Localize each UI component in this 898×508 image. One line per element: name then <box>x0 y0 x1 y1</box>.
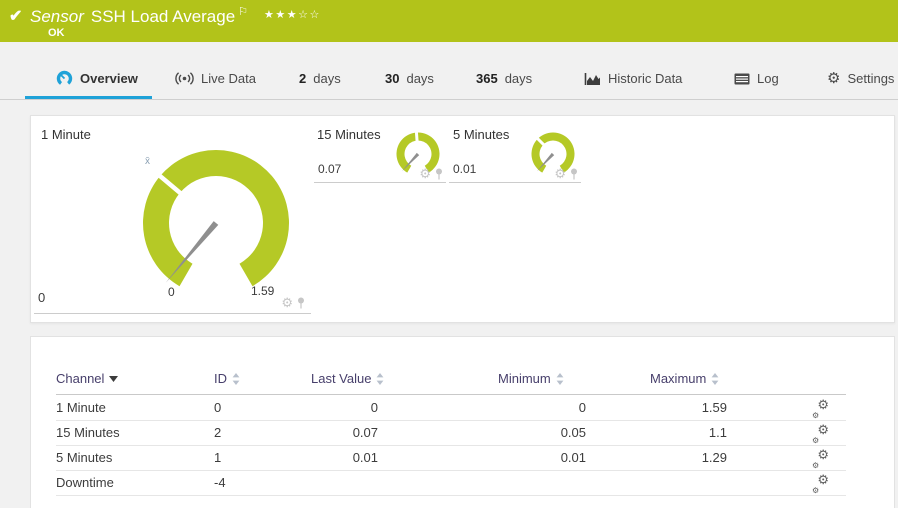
pin-icon[interactable] <box>570 168 578 180</box>
gauge-value-1-minute: 0 <box>38 290 46 305</box>
flag-icon[interactable]: ⚐ <box>238 6 248 18</box>
channel-maximum: 1.29 <box>701 450 727 465</box>
channel-maximum: 1.1 <box>708 425 727 440</box>
sensor-name: SSH Load Average <box>90 7 236 26</box>
sensor-title: Sensor SSH Load Average ⚐ ★★★☆☆ <box>30 5 321 27</box>
tab-log[interactable]: Log <box>734 58 779 99</box>
channel-last-value: 0.07 <box>352 425 378 440</box>
channel-name[interactable]: 5 Minutes <box>56 445 112 470</box>
sort-caret-down-icon <box>109 375 119 382</box>
tab-settings-label: Settings <box>847 71 895 86</box>
tab-log-label: Log <box>757 71 779 86</box>
gauge-value-15-minutes: 0.07 <box>318 162 342 176</box>
channel-id: -4 <box>214 475 226 490</box>
sort-arrows-icon <box>711 372 719 385</box>
tab-2-days[interactable]: 2 days <box>299 58 341 99</box>
gauge-1-minute <box>142 149 289 287</box>
pin-icon[interactable] <box>297 297 305 309</box>
channel-name[interactable]: 1 Minute <box>56 395 106 420</box>
table-header-row: Channel ID Last Value Minimum Maximum <box>56 371 846 395</box>
channels-table-panel: Channel ID Last Value Minimum Maximum 1 … <box>30 336 895 508</box>
gauge-panel-actions: ⚙ <box>419 167 443 180</box>
gauge-title-5-minutes: 5 Minutes <box>453 127 510 142</box>
ok-check-icon: ✔ <box>9 8 23 25</box>
tab-2-days-number: 2 <box>299 71 307 86</box>
tab-365-days-number: 365 <box>476 71 498 86</box>
table-row: 15 Minutes 2 0.07 0.05 1.1 ⚙ ⚙ <box>56 420 846 446</box>
status-badge: OK <box>48 27 65 39</box>
log-list-icon <box>734 73 750 85</box>
priority-stars[interactable]: ★★★☆☆ <box>264 9 321 21</box>
tab-live-data-label: Live Data <box>201 71 256 86</box>
column-header-minimum[interactable]: Minimum <box>498 371 564 386</box>
active-tab-underline <box>25 96 152 99</box>
broadcast-icon <box>175 71 194 86</box>
channel-id: 2 <box>214 425 222 440</box>
sort-arrows-icon <box>556 372 564 385</box>
table-row: 5 Minutes 1 0.01 0.01 1.29 ⚙ ⚙ <box>56 445 846 471</box>
tab-365-days[interactable]: 365 days <box>476 58 532 99</box>
area-chart-icon <box>584 72 601 86</box>
channel-name[interactable]: 15 Minutes <box>56 420 120 445</box>
channel-minimum: 0.01 <box>560 450 586 465</box>
tab-365-days-label: days <box>504 71 533 86</box>
channel-minimum: 0 <box>578 400 586 415</box>
tab-settings[interactable]: ⚙ Settings <box>827 58 894 99</box>
pin-icon[interactable] <box>435 168 443 180</box>
tab-2-days-label: days <box>313 71 341 86</box>
average-marker-label: x̄ <box>145 156 150 167</box>
sensor-status-bar: ✔ Sensor SSH Load Average ⚐ ★★★☆☆ OK <box>0 0 898 42</box>
tab-overview-label: Overview <box>80 71 138 86</box>
tab-historic-data[interactable]: Historic Data <box>584 58 682 99</box>
channel-id: 0 <box>214 400 222 415</box>
column-header-id[interactable]: ID <box>214 371 240 386</box>
channel-maximum: 1.59 <box>701 400 727 415</box>
column-header-last-value[interactable]: Last Value <box>311 371 384 386</box>
gauge-panel-actions: ⚙ <box>554 167 578 180</box>
column-header-channel[interactable]: Channel <box>56 371 119 386</box>
tab-30-days[interactable]: 30 days <box>385 58 434 99</box>
table-row: 1 Minute 0 0 0 1.59 ⚙ ⚙ <box>56 395 846 421</box>
tab-30-days-number: 30 <box>385 71 400 86</box>
channel-last-value: 0 <box>370 400 378 415</box>
tab-bar: Overview Live Data 2 days 30 days 365 da… <box>0 58 898 100</box>
gauge-icon <box>56 70 73 87</box>
channel-id: 1 <box>214 450 222 465</box>
channel-name[interactable]: Downtime <box>56 470 114 495</box>
gauge-scale-max: 1.59 <box>251 284 275 298</box>
column-header-maximum[interactable]: Maximum <box>650 371 719 386</box>
channel-minimum: 0.05 <box>560 425 586 440</box>
tab-30-days-label: days <box>406 71 434 86</box>
gauge-title-1-minute: 1 Minute <box>41 127 91 142</box>
channel-last-value: 0.01 <box>352 450 378 465</box>
gear-icon: ⚙ <box>827 70 841 87</box>
tab-live-data[interactable]: Live Data <box>175 58 256 99</box>
gauge-panel-1-minute[interactable]: 1 Minute x̄ 0 1.59 0 ⚙ <box>34 116 311 314</box>
tab-overview[interactable]: Overview <box>56 58 138 99</box>
channel-settings-gear-icon[interactable]: ⚙ <box>281 296 293 309</box>
gauge-panel-actions: ⚙ <box>281 296 305 309</box>
gauges-panel: 1 Minute x̄ 0 1.59 0 ⚙ 15 Minutes 0.07 ⚙… <box>30 115 895 323</box>
gauge-scale-min: 0 <box>168 285 175 299</box>
table-row: Downtime -4 ⚙ ⚙ <box>56 470 846 496</box>
gauge-panel-5-minutes[interactable]: 5 Minutes 0.01 ⚙ <box>449 116 581 183</box>
gauge-panel-15-minutes[interactable]: 15 Minutes 0.07 ⚙ <box>314 116 446 183</box>
channel-settings-gears-icon[interactable]: ⚙ ⚙ <box>812 473 829 500</box>
tab-historic-data-label: Historic Data <box>608 71 683 86</box>
gauge-title-15-minutes: 15 Minutes <box>317 127 381 142</box>
channel-settings-gear-icon[interactable]: ⚙ <box>419 167 431 180</box>
sort-arrows-icon <box>232 372 240 385</box>
gauge-value-5-minutes: 0.01 <box>453 162 477 176</box>
sort-arrows-icon <box>376 372 384 385</box>
sensor-kind-label: Sensor <box>30 7 84 26</box>
channel-settings-gear-icon[interactable]: ⚙ <box>554 167 566 180</box>
